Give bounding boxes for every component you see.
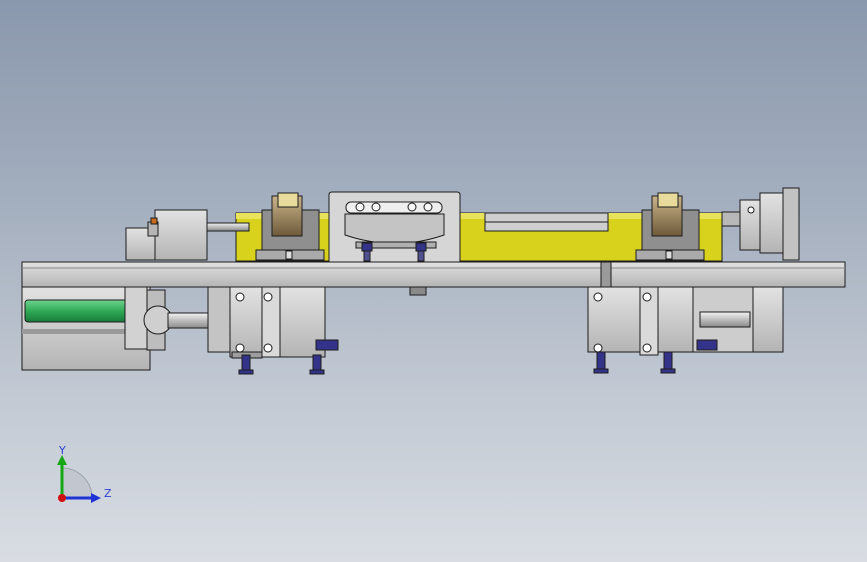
triad-view-wedge <box>61 467 93 499</box>
machine-assembly <box>21 187 846 375</box>
z-axis-label: Z <box>104 487 112 500</box>
center-slotted-block <box>328 191 461 263</box>
origin-point <box>58 494 66 502</box>
right-clamp <box>635 192 705 261</box>
cad-viewport[interactable]: Y Z <box>0 0 867 562</box>
right-motor <box>721 187 800 261</box>
left-motor <box>125 209 250 261</box>
z-axis-arrow-icon <box>91 493 101 503</box>
left-cylinder-assembly <box>21 286 339 371</box>
left-clamp <box>255 192 325 261</box>
right-cylinder-assembly <box>587 286 784 356</box>
y-axis-label: Y <box>58 444 66 457</box>
coordinate-triad: Y Z <box>57 444 112 503</box>
